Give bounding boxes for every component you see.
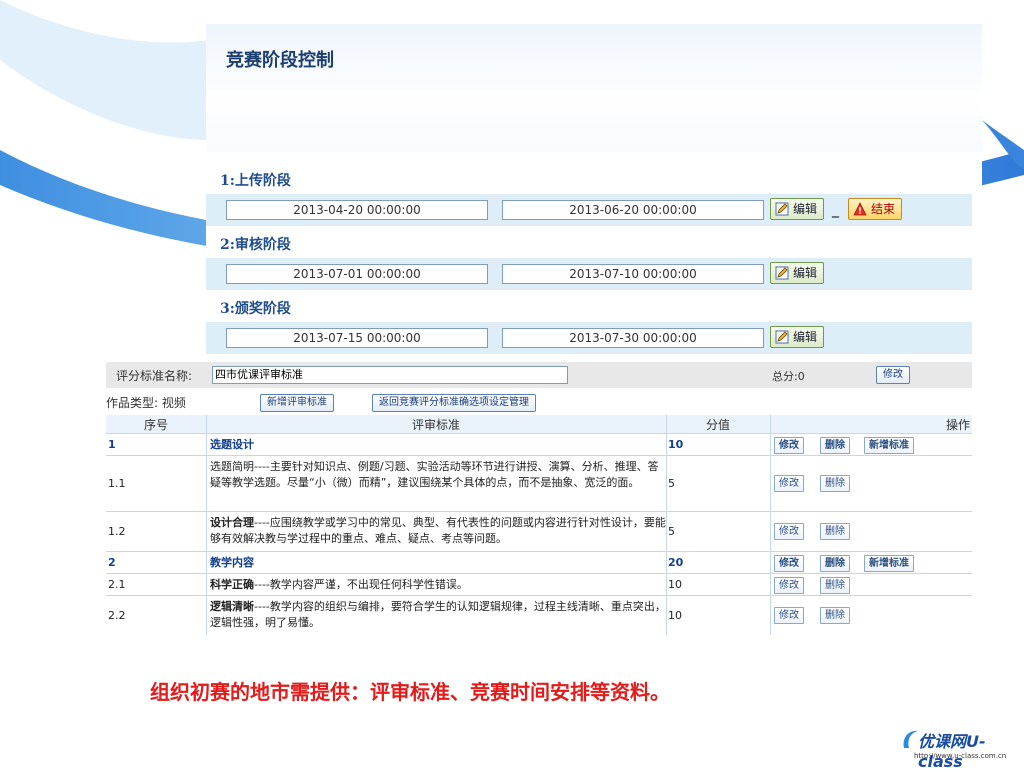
page-title: 竞赛阶段控制 (226, 50, 334, 71)
row-score: 20 (668, 556, 684, 569)
stage-1-end-date[interactable]: 2013-06-20 00:00:00 (502, 200, 764, 220)
row-modify-button[interactable]: 修改 (774, 607, 804, 624)
stage-1-edit-button[interactable]: 编辑 (770, 198, 825, 220)
edit-icon (775, 202, 789, 216)
stage-1-end-button[interactable]: 结束 (848, 198, 903, 220)
row-no: 2.1 (108, 578, 126, 591)
stage-2-label: 2:审核阶段 (220, 237, 291, 253)
row-modify-button[interactable]: 修改 (774, 577, 804, 594)
warning-icon (853, 202, 867, 216)
row-new-button[interactable]: 新增标准 (864, 437, 914, 454)
stage-3-end-date[interactable]: 2013-07-30 00:00:00 (502, 328, 764, 348)
header-no: 序号 (144, 418, 169, 432)
stage-2-start-date[interactable]: 2013-07-01 00:00:00 (226, 264, 488, 284)
row-score: 10 (668, 438, 684, 451)
edit-label: 编辑 (793, 330, 818, 344)
edit-label: 编辑 (793, 202, 818, 216)
panel-header: 竞赛阶段控制 (206, 24, 982, 152)
row-no: 1.1 (108, 477, 126, 490)
stage-2-end-date[interactable]: 2013-07-10 00:00:00 (502, 264, 764, 284)
row-modify-button[interactable]: 修改 (774, 555, 804, 572)
stage-2-row: 2013-07-01 00:00:00 2013-07-10 00:00:00 … (206, 258, 972, 290)
row-delete-button[interactable]: 删除 (820, 555, 850, 572)
table-header: 序号 评审标准 分值 操作 (106, 415, 972, 434)
stage-3-label: 3:颁奖阶段 (220, 301, 291, 317)
row-modify-button[interactable]: 修改 (774, 523, 804, 540)
total-score: 总分:0 (772, 370, 805, 383)
row-no: 2.2 (108, 609, 126, 622)
back-button[interactable]: 返回竞赛评分标准确选项设定管理 (372, 394, 536, 412)
modify-standard-button[interactable]: 修改 (876, 366, 910, 384)
row-score: 10 (668, 609, 682, 622)
row-no: 1.2 (108, 525, 126, 538)
row-score: 10 (668, 578, 682, 591)
separator: _ (832, 202, 839, 218)
row-standard-title: 科学正确 (210, 578, 254, 591)
table-row: 2.2 逻辑清晰----教学内容的组织与编排，要符合学生的认知逻辑规律，过程主线… (106, 597, 972, 635)
table-row: 2 教学内容 20 修改 删除 新增标准 (106, 553, 972, 574)
row-no: 1 (108, 438, 116, 451)
row-standard-title: 逻辑清晰 (210, 600, 254, 613)
row-modify-button[interactable]: 修改 (774, 475, 804, 492)
row-delete-button[interactable]: 删除 (820, 607, 850, 624)
row-delete-button[interactable]: 删除 (820, 523, 850, 540)
table-row: 1.2 设计合理----应围绕教学或学习中的常见、典型、有代表性的问题或内容进行… (106, 513, 972, 552)
uclass-logo: 优课网U-class http://www.u-class.com.cn (900, 728, 1020, 771)
stage-1-row: 2013-04-20 00:00:00 2013-06-20 00:00:00 … (206, 194, 972, 226)
row-standard-text: ----教学内容的组织与编排，要符合学生的认知逻辑规律，过程主线清晰、重点突出，… (210, 600, 666, 629)
logo-url: http://www.u-class.com.cn (914, 752, 1007, 760)
row-score: 5 (668, 477, 675, 490)
scoring-standard-grid: 评分标准名称: 四市优课评审标准 总分:0 修改 作品类型: 视频 新增评审标准… (106, 362, 972, 636)
row-delete-button[interactable]: 删除 (820, 577, 850, 594)
work-type-label: 作品类型: 视频 (106, 396, 186, 410)
header-score: 分值 (706, 418, 731, 432)
stage-1-start-date[interactable]: 2013-04-20 00:00:00 (226, 200, 488, 220)
table-row: 1 选题设计 10 修改 删除 新增标准 (106, 435, 972, 456)
column-divider (206, 415, 207, 635)
edit-icon (775, 330, 789, 344)
row-standard: 设计合理----应围绕教学或学习中的常见、典型、有代表性的问题或内容进行针对性设… (210, 515, 666, 547)
header-operations: 操作 (946, 418, 971, 432)
row-modify-button[interactable]: 修改 (774, 437, 804, 454)
row-delete-button[interactable]: 删除 (820, 475, 850, 492)
column-divider (666, 415, 667, 635)
row-standard: 逻辑清晰----教学内容的组织与编排，要符合学生的认知逻辑规律，过程主线清晰、重… (210, 599, 666, 631)
edit-icon (775, 266, 789, 280)
row-delete-button[interactable]: 删除 (820, 437, 850, 454)
column-divider (770, 415, 771, 635)
row-standard-title: 设计合理 (210, 516, 254, 529)
stage-3-start-date[interactable]: 2013-07-15 00:00:00 (226, 328, 488, 348)
row-standard-text: ----应围绕教学或学习中的常见、典型、有代表性的问题或内容进行针对性设计，要能… (210, 516, 666, 545)
row-standard: 科学正确----教学内容严谨，不出现任何科学性错误。 (210, 577, 666, 593)
work-type-row: 作品类型: 视频 新增评审标准 返回竞赛评分标准确选项设定管理 (106, 390, 972, 412)
standard-name-row: 评分标准名称: 四市优课评审标准 总分:0 修改 (106, 362, 972, 388)
logo-text: 优课网U-class (918, 732, 986, 771)
row-score: 5 (668, 525, 675, 538)
edit-label: 编辑 (793, 266, 818, 280)
row-no: 2 (108, 556, 116, 569)
table-row: 2.1 科学正确----教学内容严谨，不出现任何科学性错误。 10 修改 删除 (106, 575, 972, 596)
standard-name-input[interactable]: 四市优课评审标准 (212, 366, 568, 384)
table-row: 1.1 选题简明----主要针对知识点、例题/习题、实验活动等环节进行讲授、演算… (106, 457, 972, 512)
standard-name-label: 评分标准名称: (116, 369, 193, 383)
stage-2-edit-button[interactable]: 编辑 (770, 262, 825, 284)
row-standard-text: ----教学内容严谨，不出现任何科学性错误。 (254, 578, 468, 591)
slide-caption: 组织初赛的地市需提供：评审标准、竞赛时间安排等资料。 (150, 680, 670, 704)
stage-1-label: 1:上传阶段 (220, 173, 291, 189)
row-new-button[interactable]: 新增标准 (864, 555, 914, 572)
row-standard: 教学内容 (210, 556, 254, 569)
row-standard: 选题设计 (210, 438, 254, 451)
new-standard-button[interactable]: 新增评审标准 (260, 394, 334, 412)
row-standard: 选题简明----主要针对知识点、例题/习题、实验活动等环节进行讲授、演算、分析、… (210, 460, 659, 489)
stage-3-edit-button[interactable]: 编辑 (770, 326, 825, 348)
stage-control-panel: 竞赛阶段控制 1:上传阶段 2013-04-20 00:00:00 2013-0… (206, 24, 982, 360)
end-label: 结束 (871, 202, 896, 216)
header-standard: 评审标准 (412, 418, 461, 432)
stage-3-row: 2013-07-15 00:00:00 2013-07-30 00:00:00 … (206, 322, 972, 354)
